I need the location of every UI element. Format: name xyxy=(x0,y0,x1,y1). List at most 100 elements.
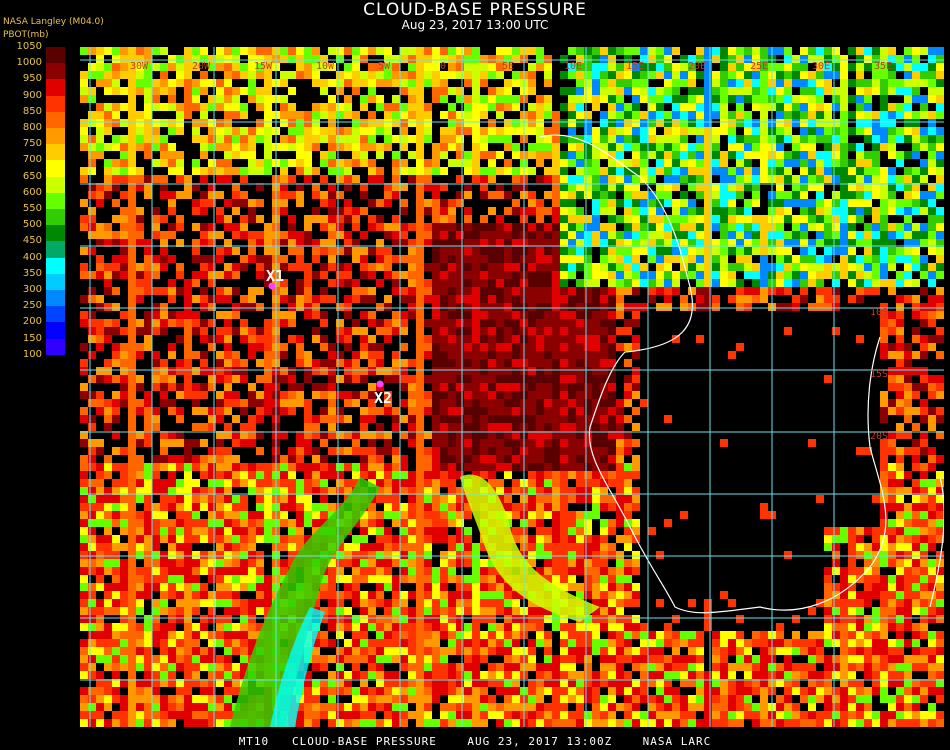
cloud-pixel xyxy=(208,559,216,567)
cloud-pixel xyxy=(552,527,560,535)
cloud-pixel xyxy=(840,63,848,71)
cloud-pixel xyxy=(936,103,944,111)
cloud-pixel xyxy=(176,367,184,375)
cloud-pixel xyxy=(792,279,800,287)
cloud-pixel xyxy=(624,319,632,327)
cloud-pixel xyxy=(880,127,888,135)
cloud-pixel xyxy=(592,287,600,295)
cloud-pixel xyxy=(416,295,424,303)
cloud-pixel xyxy=(344,463,352,471)
cloud-pixel xyxy=(192,511,200,519)
cloud-pixel xyxy=(448,471,456,479)
cloud-pixel xyxy=(280,231,288,239)
cloud-pixel xyxy=(800,175,808,183)
cloud-pixel xyxy=(744,79,752,87)
cloud-pixel xyxy=(96,231,104,239)
cloud-pixel xyxy=(344,311,352,319)
cloud-pixel xyxy=(304,351,312,359)
cloud-pixel xyxy=(576,47,584,55)
cloud-pixel xyxy=(216,559,224,567)
cloud-pixel xyxy=(496,47,504,55)
cloud-pixel xyxy=(216,143,224,151)
cloud-pixel xyxy=(512,455,520,463)
cloud-pixel xyxy=(112,479,120,487)
cloud-pixel xyxy=(792,231,800,239)
cloud-pixel xyxy=(480,335,488,343)
cloud-pixel xyxy=(744,87,752,95)
cloud-pixel xyxy=(504,207,512,215)
cloud-pixel xyxy=(552,231,560,239)
cloud-pixel xyxy=(144,311,152,319)
cloud-pixel xyxy=(920,543,928,551)
cloud-pixel xyxy=(312,111,320,119)
cloud-pixel xyxy=(264,111,272,119)
cloud-pixel xyxy=(544,447,552,455)
cloud-pixel xyxy=(80,567,88,575)
cloud-pixel xyxy=(128,503,136,511)
cloud-pixel xyxy=(816,71,824,79)
cloud-pixel xyxy=(456,87,464,95)
cloud-pixel xyxy=(384,439,392,447)
cloud-pixel xyxy=(128,287,136,295)
cloud-pixel xyxy=(192,503,200,511)
cloud-pixel xyxy=(432,383,440,391)
cloud-pixel xyxy=(368,63,376,71)
cloud-pixel xyxy=(568,463,576,471)
cloud-pixel xyxy=(304,159,312,167)
cloud-pixel xyxy=(240,479,248,487)
cloud-pixel xyxy=(80,79,88,87)
cloud-pixel xyxy=(80,415,88,423)
cloud-pixel xyxy=(456,127,464,135)
cloud-pixel xyxy=(392,311,400,319)
cloud-pixel xyxy=(144,127,152,135)
cloud-pixel xyxy=(104,567,112,575)
cloud-pixel xyxy=(912,47,920,55)
cloud-pixel xyxy=(848,231,856,239)
legend-swatch xyxy=(46,176,65,194)
cloud-pixel xyxy=(672,79,680,87)
cloud-pixel xyxy=(136,127,144,135)
cloud-pixel xyxy=(888,383,896,391)
cloud-pixel xyxy=(704,87,712,95)
cloud-pixel xyxy=(88,319,96,327)
cloud-pixel xyxy=(168,351,176,359)
cloud-pixel xyxy=(512,327,520,335)
cloud-pixel xyxy=(432,279,440,287)
cloud-pixel xyxy=(296,479,304,487)
cloud-pixel xyxy=(424,71,432,79)
cloud-pixel xyxy=(80,511,88,519)
cloud-pixel xyxy=(416,311,424,319)
cloud-pixel xyxy=(248,199,256,207)
cloud-pixel xyxy=(88,231,96,239)
cloud-pixel xyxy=(624,391,632,399)
cloud-pixel xyxy=(248,527,256,535)
cloud-pixel xyxy=(624,247,632,255)
cloud-pixel xyxy=(208,447,216,455)
cloud-pixel xyxy=(808,199,816,207)
cloud-pixel xyxy=(912,167,920,175)
cloud-pixel xyxy=(104,407,112,415)
cloud-pixel xyxy=(600,551,608,559)
cloud-pixel xyxy=(264,47,272,55)
cloud-pixel xyxy=(800,143,808,151)
cloud-pixel xyxy=(792,295,800,303)
cloud-pixel xyxy=(248,231,256,239)
cloud-pixel xyxy=(304,311,312,319)
cloud-pixel xyxy=(152,287,160,295)
cloud-pixel xyxy=(144,271,152,279)
cloud-pixel xyxy=(592,351,600,359)
cloud-pixel xyxy=(384,271,392,279)
cloud-pixel xyxy=(936,295,944,303)
cloud-pixel xyxy=(128,319,136,327)
cloud-pixel xyxy=(120,167,128,175)
cloud-pixel xyxy=(456,255,464,263)
cloud-pixel xyxy=(912,519,920,527)
cloud-pixel xyxy=(160,391,168,399)
cloud-pixel xyxy=(480,103,488,111)
cloud-pixel xyxy=(352,223,360,231)
cloud-pixel xyxy=(640,207,648,215)
cloud-pixel xyxy=(776,207,784,215)
cloud-pixel xyxy=(600,119,608,127)
cloud-pixel xyxy=(592,71,600,79)
cloud-pixel xyxy=(760,295,768,303)
